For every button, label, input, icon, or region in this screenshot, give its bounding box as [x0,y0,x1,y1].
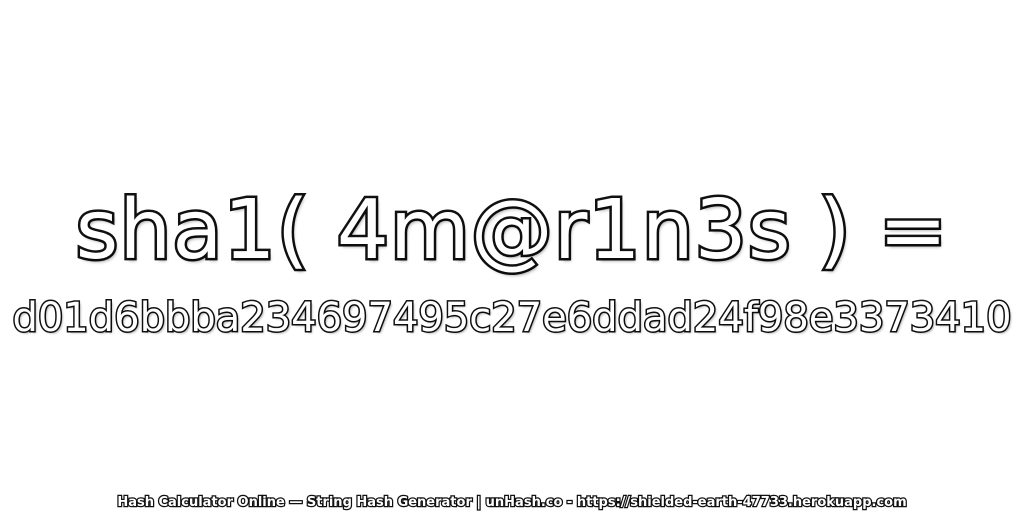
footer-credit: Hash Calculator Online — String Hash Gen… [116,494,908,512]
hash-result-image: sha1( 4m@r1n3s ) = d01d6bbba234697495c27… [0,0,1024,512]
hash-expression: sha1( 4m@r1n3s ) = [73,183,950,278]
hash-value: d01d6bbba234697495c27e6ddad24f98e3373410 [11,294,1013,343]
